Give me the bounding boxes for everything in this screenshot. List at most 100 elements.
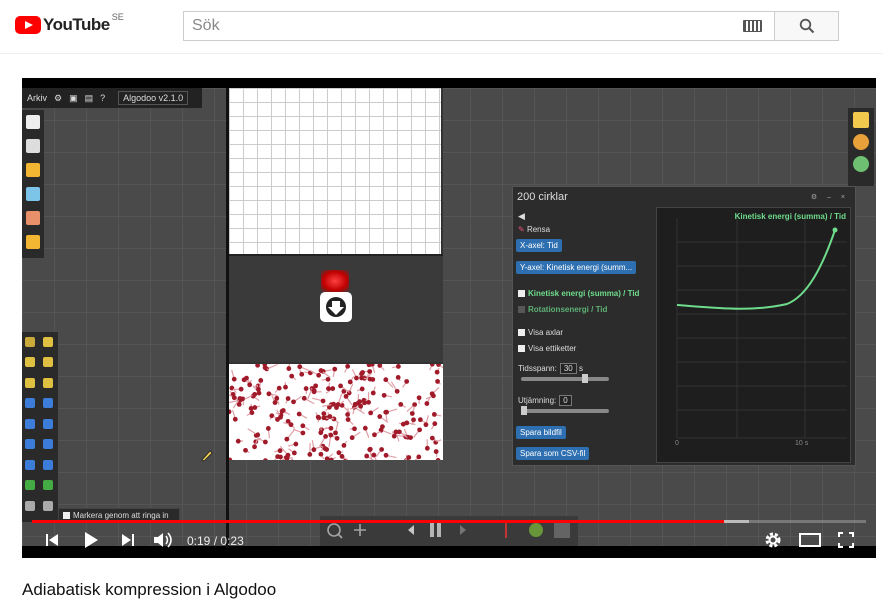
theater-mode-button[interactable] bbox=[798, 528, 822, 552]
search-field[interactable] bbox=[183, 11, 774, 41]
palette-icon bbox=[853, 134, 869, 150]
gas-particle bbox=[252, 392, 258, 397]
search-button[interactable] bbox=[774, 11, 839, 41]
gas-particle bbox=[320, 398, 326, 404]
gas-particle bbox=[318, 368, 324, 373]
next-button[interactable] bbox=[120, 528, 136, 552]
open-folder-icon bbox=[26, 163, 40, 177]
gas-particle bbox=[416, 395, 422, 401]
x-tick-0: 0 bbox=[675, 440, 679, 447]
show-labels-checkbox[interactable]: Visa ettiketter bbox=[518, 344, 576, 353]
settings-button[interactable] bbox=[762, 528, 784, 552]
gas-particle bbox=[433, 449, 439, 454]
help-icon: ? bbox=[100, 93, 106, 103]
smoothing-slider[interactable] bbox=[521, 406, 609, 415]
gas-particle bbox=[384, 409, 389, 415]
y-axis-button[interactable]: Y-axel: Kinetisk energi (summ... bbox=[516, 261, 637, 274]
gas-particle bbox=[296, 411, 302, 417]
file-toolbar bbox=[22, 110, 44, 258]
gas-particle bbox=[335, 402, 341, 407]
gas-particle bbox=[237, 396, 243, 401]
volume-button[interactable] bbox=[152, 528, 174, 552]
gas-particle bbox=[347, 379, 353, 385]
series-kinetic-toggle[interactable]: Kinetisk energi (summa) / Tid bbox=[518, 289, 639, 298]
keyboard-icon[interactable] bbox=[743, 20, 762, 32]
save-image-button[interactable]: Spara bildfil bbox=[516, 426, 566, 439]
gas-particle bbox=[274, 395, 280, 401]
gas-particle bbox=[291, 450, 297, 456]
graph-svg bbox=[676, 218, 847, 439]
smoothing-row: Utjämning: 0 bbox=[518, 395, 572, 406]
gas-particle bbox=[370, 390, 376, 396]
gas-particle bbox=[417, 427, 423, 433]
gas-particle bbox=[311, 447, 317, 453]
played-bar bbox=[32, 520, 725, 523]
duration: 0:23 bbox=[220, 534, 244, 548]
folder-icon bbox=[26, 235, 40, 249]
gas-particle bbox=[249, 410, 255, 416]
gas-particle bbox=[368, 410, 374, 416]
gas-particle bbox=[252, 444, 257, 450]
video-player[interactable]: Arkiv ⚙ ▣ ▤ ? Algodoo v2.1.0 200 cirklar… bbox=[22, 78, 876, 558]
gas-particle bbox=[341, 443, 347, 448]
gas-particle bbox=[398, 401, 404, 407]
show-axes-checkbox[interactable]: Visa axlar bbox=[518, 328, 563, 337]
fullscreen-button[interactable] bbox=[836, 528, 856, 552]
smoothing-value[interactable]: 0 bbox=[559, 395, 572, 406]
progress-bar[interactable] bbox=[32, 520, 866, 523]
gas-particle bbox=[424, 445, 430, 451]
gas-particle bbox=[359, 386, 365, 392]
search-input[interactable] bbox=[184, 12, 774, 40]
clear-link[interactable]: ✎ Rensa bbox=[518, 225, 550, 234]
panel-title: 200 cirklar bbox=[517, 191, 568, 203]
gas-particle bbox=[318, 451, 324, 457]
gas-particle bbox=[269, 413, 275, 419]
series-rotation-toggle[interactable]: Rotationsenergi / Tid bbox=[518, 305, 607, 314]
down-arrow-icon bbox=[320, 292, 352, 322]
gear-icon: ⚙ bbox=[54, 92, 63, 103]
gas-particle bbox=[377, 414, 383, 419]
logo-text: YouTube bbox=[43, 15, 110, 34]
save-csv-button[interactable]: Spara som CSV-fil bbox=[516, 447, 590, 460]
gas-particle bbox=[332, 366, 338, 372]
youtube-logo[interactable]: YouTube SE bbox=[15, 12, 124, 35]
save-icon bbox=[26, 139, 40, 153]
timespan-slider[interactable] bbox=[521, 374, 609, 383]
fullscreen-icon bbox=[838, 532, 854, 548]
gas-particle bbox=[301, 395, 307, 401]
gas-particle bbox=[383, 452, 389, 458]
gas-particle bbox=[290, 459, 294, 460]
gas-particle bbox=[358, 403, 364, 409]
sprite-icon bbox=[26, 211, 40, 225]
laser-tool-icon bbox=[25, 500, 35, 511]
gas-particle bbox=[359, 375, 364, 381]
timespan-value[interactable]: 30 bbox=[559, 363, 577, 374]
new-file-icon bbox=[26, 115, 40, 129]
gas-particle bbox=[334, 435, 340, 441]
gas-particle bbox=[364, 453, 370, 459]
gas-particle bbox=[256, 386, 261, 392]
gas-particle bbox=[328, 432, 334, 438]
gas-particle bbox=[330, 386, 336, 391]
gas-particle bbox=[299, 371, 305, 377]
gas-particle bbox=[278, 414, 283, 420]
version-label: Algodoo v2.1.0 bbox=[118, 91, 189, 105]
energy-graph: Kinetisk energi (summa) / Tid 0 10 s bbox=[656, 207, 851, 463]
gas-particle bbox=[345, 412, 350, 417]
gas-particle bbox=[371, 452, 377, 458]
gas-particle bbox=[283, 384, 288, 390]
gas-particle bbox=[431, 412, 437, 417]
x-axis-button[interactable]: X-axel: Tid bbox=[516, 239, 562, 252]
chain-tool-icon bbox=[25, 480, 35, 491]
previous-button[interactable] bbox=[44, 528, 60, 552]
play-button[interactable] bbox=[80, 528, 102, 552]
layers-icon bbox=[853, 112, 869, 128]
video-title: Adiabatisk kompression i Algodoo bbox=[22, 580, 277, 599]
gas-particle bbox=[429, 391, 435, 397]
panel-window-controls[interactable]: ⚙ – × bbox=[811, 193, 849, 201]
gas-particle bbox=[359, 371, 364, 377]
back-arrow-icon[interactable]: ◀ bbox=[518, 211, 525, 222]
gas-particle bbox=[255, 364, 261, 368]
gas-particle bbox=[345, 364, 351, 369]
gas-particle bbox=[323, 434, 329, 439]
